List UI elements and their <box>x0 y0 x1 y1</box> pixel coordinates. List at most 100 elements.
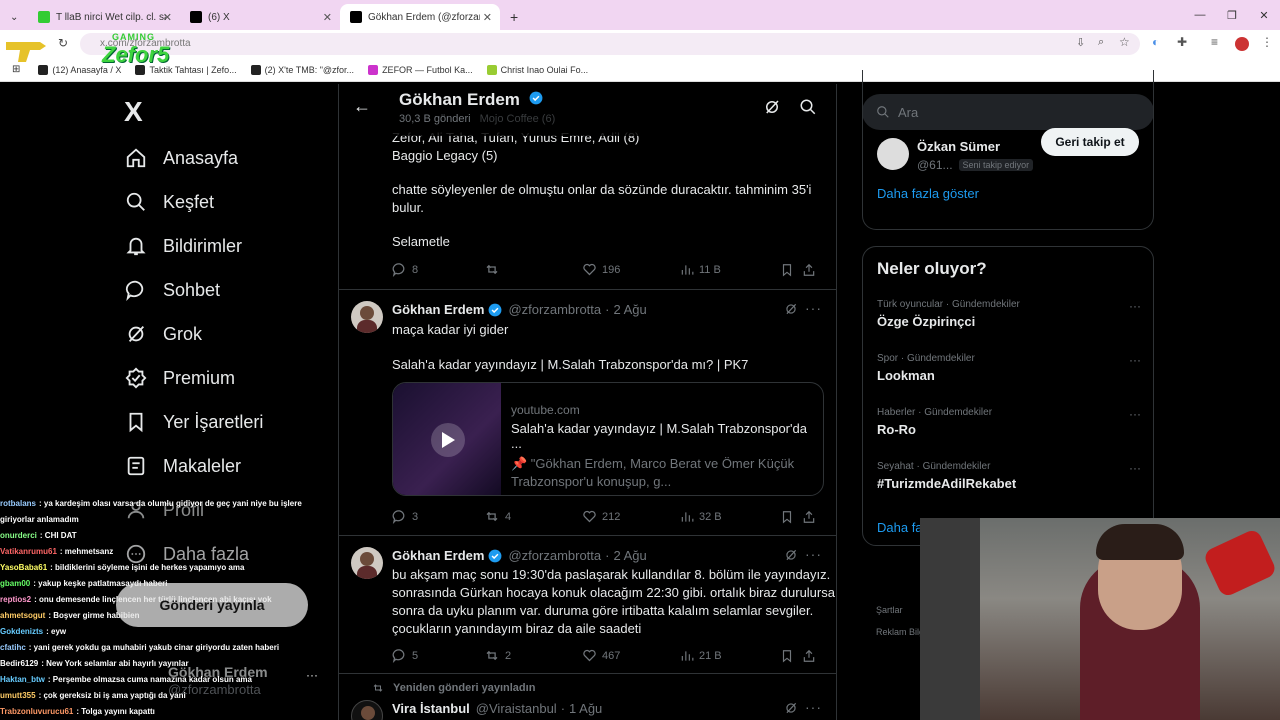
footer-ads-link[interactable]: Reklam Bilgi <box>876 627 926 637</box>
address-bar[interactable]: x.com/zforzambrotta <box>80 33 1140 55</box>
x-logo-icon[interactable]: X <box>124 96 143 128</box>
bookmark-button[interactable] <box>780 262 802 277</box>
avatar[interactable] <box>877 138 909 170</box>
share-button[interactable] <box>802 262 821 277</box>
browser-tab-2[interactable]: (6) X ✕ <box>180 4 340 30</box>
more-options-icon[interactable]: ··· <box>805 699 822 715</box>
more-options-icon[interactable]: ··· <box>1129 407 1141 421</box>
browser-tab-1[interactable]: T llaB nirci Wet cilp. cl. sa ✕ <box>28 4 180 30</box>
stream-logo: GAMING Zefor5 <box>0 32 180 80</box>
media-icon[interactable]: ≡ <box>1211 35 1218 49</box>
menu-icon[interactable]: ⋮ <box>1261 35 1273 49</box>
trend-item[interactable]: Türk oyuncular · Gündemdekiler Özge Özpi… <box>877 299 1141 329</box>
views-icon <box>681 650 694 661</box>
more-options-icon[interactable]: ··· <box>805 546 822 562</box>
share-button[interactable] <box>802 648 821 663</box>
grok-icon[interactable] <box>763 98 781 121</box>
sidebar-item-notifications[interactable]: Bildirimler <box>124 234 242 258</box>
site-favicon-icon <box>368 64 379 75</box>
tweet-author-name[interactable]: Gökhan Erdem <box>392 548 484 563</box>
show-more-link[interactable]: Daha fazla göster <box>877 186 979 201</box>
repost-button[interactable]: 4 <box>484 509 582 524</box>
reply-icon <box>392 649 405 663</box>
browser-tab-3[interactable]: Gökhan Erdem (@zforzambrotta) ✕ <box>340 4 500 30</box>
reply-button[interactable]: 3 <box>392 509 484 524</box>
bookmark-item[interactable]: Christ Inao Oulai Fo... <box>486 64 588 75</box>
sidebar-item-home[interactable]: Anasayfa <box>124 146 238 170</box>
bookmark-button[interactable] <box>780 648 802 663</box>
tweet-author-name[interactable]: Gökhan Erdem <box>392 302 484 317</box>
like-button[interactable]: 212 <box>582 509 680 524</box>
more-options-icon[interactable]: ··· <box>805 300 822 316</box>
tweet-text: maça kadar iyi gider <box>392 322 509 337</box>
more-options-icon[interactable]: ··· <box>1129 353 1141 367</box>
link-card[interactable]: youtube.com Salah'a kadar yayındayız | M… <box>392 382 824 496</box>
close-icon[interactable]: ✕ <box>163 11 172 24</box>
play-icon[interactable] <box>431 423 465 457</box>
chat-message: umutt355: çok gereksiz bi iş ama yaptığı… <box>0 691 186 700</box>
star-icon[interactable]: ☆ <box>1119 35 1130 49</box>
trend-item[interactable]: Spor · Gündemdekiler Lookman ··· <box>877 353 1141 383</box>
follow-back-button[interactable]: Geri takip et <box>1041 128 1139 156</box>
like-button[interactable]: 467 <box>582 648 680 663</box>
restore-icon[interactable]: ❐ <box>1216 9 1248 22</box>
grok-icon[interactable] <box>784 548 798 567</box>
zoom-icon[interactable]: ⌕ <box>1098 36 1104 49</box>
grok-icon[interactable] <box>784 302 798 321</box>
bookmark-item[interactable]: (2) X'te TMB: "@zfor... <box>250 64 354 75</box>
repost-button[interactable]: 2 <box>484 648 582 663</box>
reply-button[interactable]: 8 <box>392 262 484 277</box>
tweet-author-handle[interactable]: @zforzambrotta <box>508 302 601 317</box>
share-button[interactable] <box>802 509 821 524</box>
sidebar-item-premium[interactable]: Premium <box>124 366 235 390</box>
extension-icon[interactable]: ◐ <box>1152 35 1159 49</box>
profile-header: ← Gökhan Erdem 30,3 B gönderi Mojo Coffe… <box>339 84 836 136</box>
post-button[interactable]: Gönderi yayınla <box>116 583 308 627</box>
sidebar-item-chat[interactable]: Sohbet <box>124 278 220 302</box>
views-button[interactable]: 21 B <box>680 648 780 663</box>
minimize-icon[interactable]: — <box>1184 9 1216 21</box>
close-icon[interactable]: ✕ <box>323 11 332 24</box>
tweet-author-handle[interactable]: @Viraistanbul <box>476 701 557 716</box>
tweet-date[interactable]: 2 Ağu <box>613 302 646 317</box>
profile-avatar[interactable] <box>1235 37 1249 51</box>
more-options-icon[interactable]: ··· <box>1129 461 1141 475</box>
tweet-author-handle[interactable]: @zforzambrotta <box>508 548 601 563</box>
avatar[interactable] <box>351 301 383 333</box>
views-button[interactable]: 11 B <box>680 262 780 277</box>
bookmark-button[interactable] <box>780 509 802 524</box>
search-icon[interactable] <box>799 98 817 121</box>
trend-item[interactable]: Haberler · Gündemdekiler Ro-Ro ··· <box>877 407 1141 437</box>
back-arrow-icon[interactable]: ← <box>353 96 371 117</box>
trend-item[interactable]: Seyahat · Gündemdekiler #TurizmdeAdilRek… <box>877 461 1141 491</box>
puzzle-icon[interactable]: ✚ <box>1177 35 1187 49</box>
install-icon[interactable]: ⇩ <box>1076 36 1085 49</box>
footer-terms-link[interactable]: Şartlar <box>876 605 903 615</box>
sidebar-item-bookmarks[interactable]: Yer İşaretleri <box>124 410 263 434</box>
follow-suggestion-name[interactable]: Özkan Sümer <box>917 139 1000 154</box>
more-options-icon[interactable]: ··· <box>1129 299 1141 313</box>
close-icon[interactable]: ✕ <box>483 11 492 24</box>
sidebar-item-explore[interactable]: Keşfet <box>124 190 214 214</box>
sidebar-item-articles[interactable]: Makaleler <box>124 454 241 478</box>
verified-badge-icon <box>529 91 543 105</box>
tab-list-button[interactable]: ⌄ <box>0 4 28 30</box>
avatar[interactable] <box>351 700 383 720</box>
new-tab-button[interactable]: + <box>500 4 528 30</box>
close-window-icon[interactable]: ✕ <box>1248 9 1280 22</box>
bookmark-item[interactable]: ZEFOR — Futbol Ka... <box>368 64 473 75</box>
sidebar-item-grok[interactable]: Grok <box>124 322 202 346</box>
reply-button[interactable]: 5 <box>392 648 484 663</box>
tweet-author-name[interactable]: Vira İstanbul <box>392 701 470 716</box>
tweet-date[interactable]: 2 Ağu <box>613 548 646 563</box>
tweet-date[interactable]: 1 Ağu <box>569 701 602 716</box>
card-title: Salah'a kadar yayındayız | M.Salah Trabz… <box>511 421 807 451</box>
views-icon <box>681 264 694 275</box>
reply-icon <box>392 510 405 524</box>
repost-button[interactable] <box>484 262 582 277</box>
grok-icon[interactable] <box>784 701 798 720</box>
avatar[interactable] <box>351 547 383 579</box>
sidebar-item-label: Bildirimler <box>163 235 243 256</box>
like-button[interactable]: 196 <box>582 262 680 277</box>
views-button[interactable]: 32 B <box>680 509 780 524</box>
